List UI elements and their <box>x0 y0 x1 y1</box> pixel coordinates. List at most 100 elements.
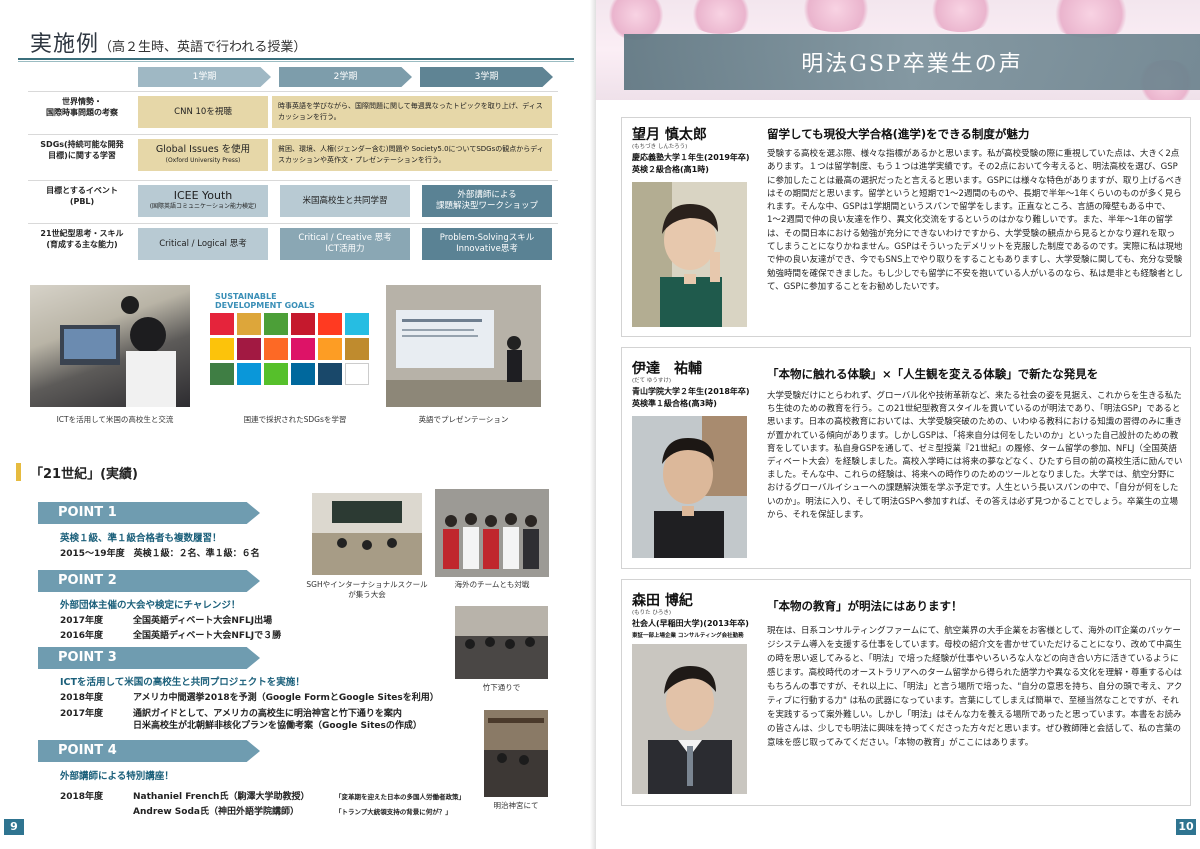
caption-presentation: 英語でプレゼンテーション <box>418 415 509 424</box>
cell-main: ICEE Youth <box>173 189 233 202</box>
graduate-portrait <box>632 644 747 794</box>
caption-tournament: SGHやインターナショナルスクール が集う大会 <box>306 580 428 599</box>
point-3-text: 日米高校生が北朝鮮非核化プランを協働考案（Google Sitesの作成） <box>133 721 422 731</box>
point-2-year: 2016年度 <box>60 631 104 641</box>
sdg-icon-grid <box>210 313 372 385</box>
portrait-art <box>632 644 747 794</box>
cell-term1: CNN 10を視聴 <box>138 96 268 128</box>
testimonial-body: 現在は、日系コンサルティングファームにて、航空業界の大手企業をお客様として、海外… <box>767 626 1183 748</box>
point-4-lead: 外部講師による特別講座！ <box>60 771 174 782</box>
sdg-goal-icon <box>210 313 234 335</box>
point-4-banner: POINT 4 <box>38 740 260 762</box>
title-rule <box>18 58 574 60</box>
row-label: 目標とするイベント (PBL) <box>46 186 118 206</box>
graduate-eiken: 英検準１級合格(高3時) <box>632 399 717 408</box>
cell-term2: Critical / Creative 思考 ICT活用力 <box>280 228 410 260</box>
right-page: 明法GSP卒業生の声 望月 慎太郎 (もちづき しんたろう) 慶応義塾大学１年生… <box>596 0 1200 849</box>
page-number-right: 10 <box>1176 819 1196 835</box>
blossom-decor <box>686 0 756 34</box>
point-4-year: 2018年度 <box>60 792 104 802</box>
point-3-banner: POINT 3 <box>38 647 260 669</box>
graduate-school: 社会人(早稲田大学)(2013年卒) <box>632 619 749 628</box>
photo-overseas-team <box>435 489 549 577</box>
sdg-goal-icon <box>291 338 315 360</box>
point-4-text: Andrew Soda氏（神田外語学院講師） <box>133 807 299 817</box>
term-2: 2学期 <box>279 67 412 87</box>
photo-meiji-shrine <box>484 710 548 797</box>
point-4-topic: 「変革期を迎えた日本の多国人労働者政策」 <box>335 793 465 801</box>
graduate-eiken: 英検２級合格(高1時) <box>632 165 709 174</box>
point-2-text: 全国英語ディベート大会NFLJ出場 <box>133 616 273 626</box>
row-label: 世界情勢・ 国際時事問題の考察 <box>46 97 118 117</box>
sdg-logo-text: SUSTAINABLE DEVELOPMENT GOALS <box>215 292 315 310</box>
graduate-employer: 東証一部上場企業 コンサルティング会社勤務 <box>632 633 744 639</box>
point-3-text: アメリカ中間選挙2018を予測（Google FormとGoogle Sites… <box>133 693 439 703</box>
photo-takeshita-art <box>455 606 548 679</box>
photo-debate-tournament <box>312 493 422 575</box>
photo-presentation <box>386 285 541 407</box>
sdg-goal-icon <box>237 313 261 335</box>
graduate-name: 望月 慎太郎 <box>632 127 707 143</box>
point-1-lead: 英検１級、準１級合格者も複数履習！ <box>60 533 222 544</box>
photo-presentation-art <box>386 285 541 407</box>
section-title: 「21世紀」(実績) <box>30 467 138 482</box>
cell-term3: 外部講師による 課題解決型ワークショップ <box>422 185 552 217</box>
page-title: 実施例（高２生時、英語で行われる授業） <box>30 32 307 57</box>
point-2-banner: POINT 2 <box>38 570 260 592</box>
graduate-school: 青山学院大学２年生(2018年卒) <box>632 387 750 396</box>
title-rule-thin <box>18 61 574 62</box>
point-2-text: 全国英語ディベート大会NFLJで３勝 <box>133 631 282 641</box>
sdg-goal-icon <box>237 338 261 360</box>
point-4-text: Nathaniel French氏（駒澤大学助教授） <box>133 792 310 802</box>
testimonial-card: 望月 慎太郎 (もちづき しんたろう) 慶応義塾大学１年生(2019年卒) 英検… <box>621 117 1191 337</box>
testimonial-body: 大学受験だけにとらわれず、グローバル化や技術革新など、来たる社会の姿を見据え、こ… <box>767 391 1183 520</box>
curriculum-row: SDGs(持続可能な開発 目標)に関する学習 Global Issues を使用… <box>28 134 558 172</box>
header-banner: 明法GSP卒業生の声 <box>596 0 1200 100</box>
point-3-lead: ICTを活用して米国の高校生と共同プロジェクトを実施！ <box>60 677 305 688</box>
blossom-decor <box>796 0 876 32</box>
testimonial-body: 受験する高校を選ぶ際、様々な指標があるかと思います。私が高校受験の際に重視してい… <box>767 149 1183 292</box>
curriculum-row: 21世紀型思考・スキル (育成する主な能力) Critical / Logica… <box>28 223 558 261</box>
sdg-goal-icon <box>264 313 288 335</box>
sdg-goal-icon <box>291 313 315 335</box>
testimonial-card: 伊達 祐輔 (だて ゆうすけ) 青山学院大学２年生(2018年卒) 英検準１級合… <box>621 347 1191 569</box>
point-4-topic: 「トランプ大統領支持の背景に何が？」 <box>335 808 452 816</box>
caption-overseas: 海外のチームとも対戦 <box>454 580 530 589</box>
photo-ict-exchange <box>30 285 190 407</box>
photo-ict-exchange-art <box>60 296 176 407</box>
photo-takeshita <box>455 606 548 679</box>
point-1-banner: POINT 1 <box>38 502 260 524</box>
testimonial-headline: 留学しても現役大学合格(進学)をできる制度が魅力 <box>767 127 1030 141</box>
sdg-goal-icon <box>318 313 342 335</box>
blossom-decor <box>1046 0 1136 38</box>
cell-term2-3: 貧困、環境、人権(ジェンダー含む)問題や Society5.0についてSDGsの… <box>272 139 552 171</box>
row-label: 21世紀型思考・スキル (育成する主な能力) <box>40 229 124 249</box>
blossom-decor <box>926 0 996 32</box>
sdg-goal-icon <box>264 363 288 385</box>
cell-term2: 米国高校生と共同学習 <box>280 185 410 217</box>
cell-term1: Critical / Logical 思考 <box>138 228 268 260</box>
photo-debate-art <box>312 493 422 575</box>
cell-term3: Problem-Solvingスキル Innovative思考 <box>422 228 552 260</box>
curriculum-row: 世界情勢・ 国際時事問題の考察 CNN 10を視聴 時事英語を学びながら、国際問… <box>28 91 558 129</box>
sdg-goal-icon <box>345 313 369 335</box>
graduate-name-kana: (だて ゆうすけ) <box>632 378 672 384</box>
caption-ict: ICTを活用して米国の高校生と交流 <box>56 415 174 424</box>
sdg-goal-icon <box>210 363 234 385</box>
cell-sub: (国際英語コミュニケーション能力検定) <box>149 203 257 210</box>
sdg-goal-icon <box>318 363 342 385</box>
sdg-goal-icon <box>291 363 315 385</box>
photo-meiji-art <box>484 710 548 797</box>
sdg-goal-icon <box>237 363 261 385</box>
left-page: 実施例（高２生時、英語で行われる授業） 1学期 2学期 3学期 世界情勢・ 国際… <box>0 0 596 849</box>
testimonial-headline: 「本物に触れる体験」×「人生観を変える体験」で新たな発見を <box>767 367 1099 381</box>
sdg-goal-icon <box>318 338 342 360</box>
cell-term2-3: 時事英語を学びながら、国際問題に関して毎週異なったトピックを取り上げ、ディスカッ… <box>272 96 552 128</box>
sdg-goal-icon <box>345 338 369 360</box>
point-2-year: 2017年度 <box>60 616 104 626</box>
section-accent <box>16 463 21 481</box>
term-1: 1学期 <box>138 67 271 87</box>
testimonial-card: 森田 博紀 (もりた ひろき) 社会人(早稲田大学)(2013年卒) 東証一部上… <box>621 579 1191 806</box>
graduate-name: 伊達 祐輔 <box>632 361 702 377</box>
point-3-year: 2018年度 <box>60 693 104 703</box>
